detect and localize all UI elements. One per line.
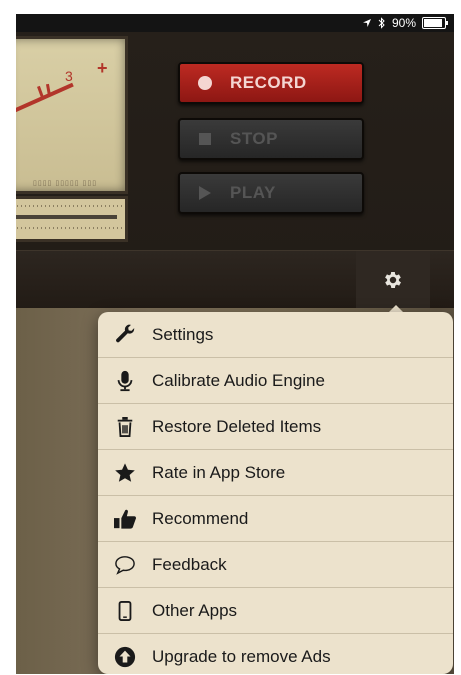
menu-item-label: Calibrate Audio Engine (152, 370, 325, 390)
record-button[interactable]: RECORD (178, 62, 364, 104)
menu-item-label: Upgrade to remove Ads (152, 646, 331, 666)
toolbar (16, 250, 454, 309)
status-bar: 90% (16, 14, 454, 32)
menu-item-restore-deleted-items[interactable]: Restore Deleted Items (98, 404, 453, 450)
bluetooth-icon (378, 17, 385, 29)
gear-menu-button[interactable] (356, 251, 430, 309)
menu-item-rate-in-app-store[interactable]: Rate in App Store (98, 450, 453, 496)
trash-icon (112, 416, 138, 438)
tape-counter (16, 196, 128, 242)
menu-item-label: Recommend (152, 508, 249, 528)
gear-icon (385, 272, 401, 288)
battery-icon (422, 17, 448, 29)
menu-item-feedback[interactable]: Feedback (98, 542, 453, 588)
stop-button[interactable]: STOP (178, 118, 364, 160)
menu-item-upgrade[interactable]: Upgrade to remove Ads (98, 634, 453, 674)
play-triangle-icon (188, 186, 222, 200)
wrench-icon (112, 324, 138, 346)
menu-item-settings[interactable]: Settings (98, 312, 453, 358)
menu-item-recommend[interactable]: Recommend (98, 496, 453, 542)
vu-caption: ▯▯▯▯ ▯▯▯▯▯ ▯▯▯ (33, 180, 98, 187)
menu-item-label: Feedback (152, 554, 227, 574)
vu-meter: 3 + ▯▯▯▯ ▯▯▯▯▯ ▯▯▯ (16, 36, 128, 194)
speech-bubble-icon (112, 554, 138, 576)
status-right: 90% (362, 16, 448, 30)
location-arrow-icon (362, 19, 371, 27)
thumbs-up-icon (112, 508, 138, 530)
upgrade-arrow-icon (112, 646, 138, 668)
play-label: PLAY (230, 183, 276, 202)
phone-icon (112, 600, 138, 622)
microphone-icon (112, 370, 138, 392)
menu-item-calibrate-audio-engine[interactable]: Calibrate Audio Engine (98, 358, 453, 404)
record-label: RECORD (230, 73, 307, 92)
play-button[interactable]: PLAY (178, 172, 364, 214)
stop-label: STOP (230, 129, 278, 148)
app-screen: 90% 3 + ▯▯▯▯ ▯▯▯▯▯ ▯▯▯ RECORD STOP PLAY (16, 14, 454, 674)
stop-square-icon (188, 133, 222, 145)
battery-percent: 90% (391, 16, 416, 30)
menu-item-label: Rate in App Store (152, 462, 286, 482)
menu-item-other-apps[interactable]: Other Apps (98, 588, 453, 634)
settings-menu-popover: Settings Calibrate Audio Engine Restore … (98, 312, 453, 674)
vu-scale-label-plus: + (97, 58, 108, 78)
menu-item-label: Settings (152, 324, 214, 344)
menu-item-label: Restore Deleted Items (152, 416, 322, 436)
vu-needle (16, 82, 74, 115)
record-dot-icon (188, 76, 222, 90)
battery-level (424, 19, 442, 27)
menu-item-label: Other Apps (152, 600, 238, 620)
star-icon (112, 462, 138, 484)
